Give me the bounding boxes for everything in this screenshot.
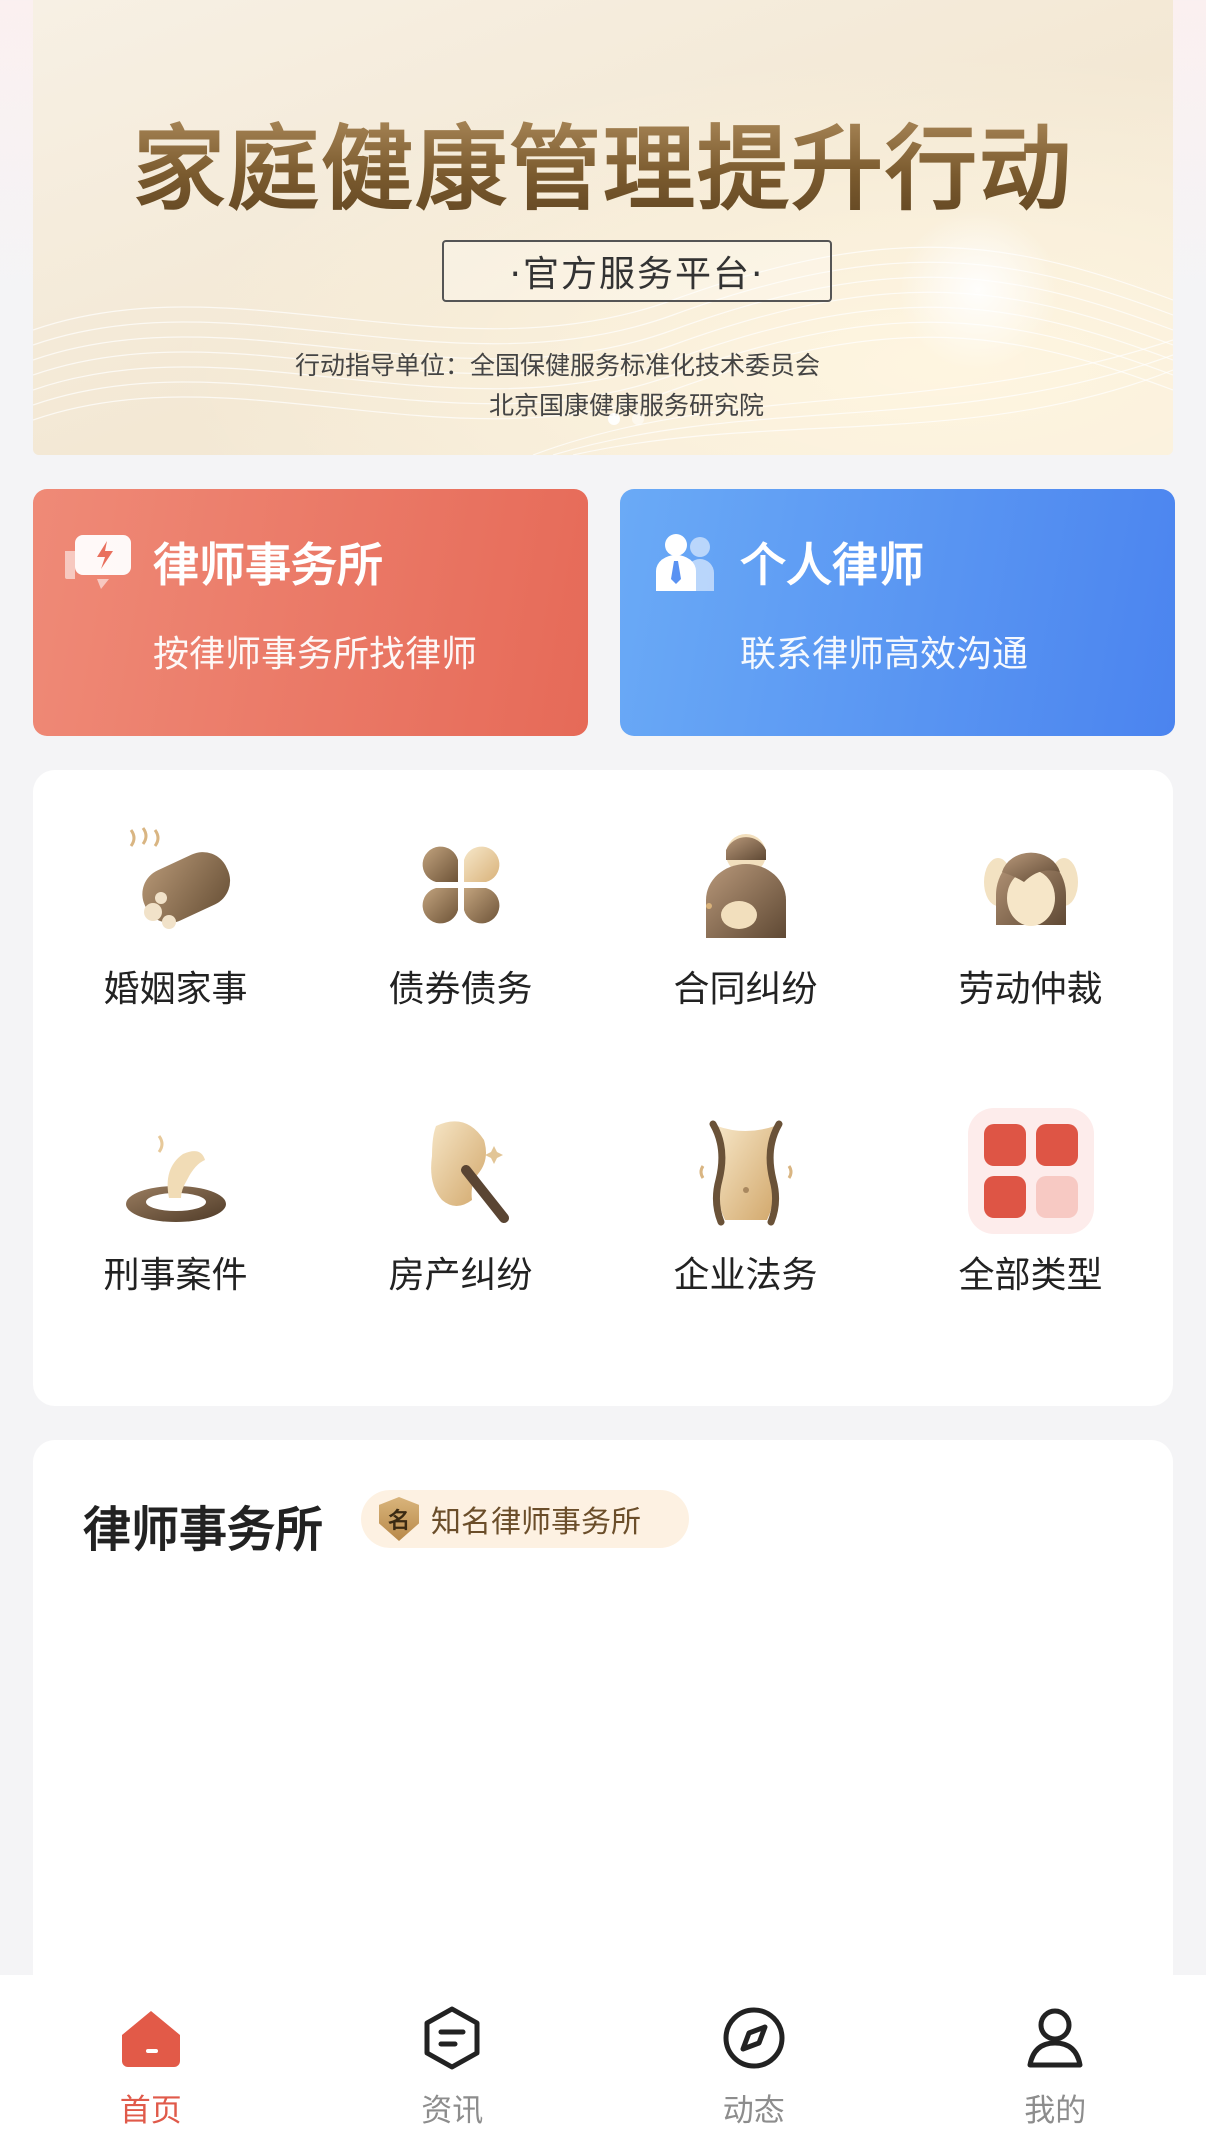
contract-icon [681,820,811,950]
banner-dot-active[interactable] [608,413,620,425]
category-panel: 婚姻家事 债券债务 合同纠纷 劳动仲裁 刑事案件 房产纠纷 企业法务 全部类型 [33,770,1173,1406]
all-types-icon [966,1106,1096,1236]
section-title: 律师事务所 [83,1502,324,1558]
category-all-types[interactable]: 全部类型 [888,1056,1173,1296]
category-enterprise[interactable]: 企业法务 [603,1056,888,1296]
category-labor[interactable]: 劳动仲裁 [888,770,1173,1010]
banner-dot[interactable] [632,413,644,425]
famous-firm-tag-label: 知名律师事务所 [431,1505,641,1540]
banner-badge: ·官方服务平台· [442,240,832,302]
shield-icon: 名 [379,1497,419,1541]
criminal-icon [111,1106,241,1236]
category-contract[interactable]: 合同纠纷 [603,770,888,1010]
banner-title: 家庭健康管理提升行动 [33,95,1173,228]
property-icon [396,1106,526,1236]
category-marriage[interactable]: 婚姻家事 [33,770,318,1010]
promo-banner[interactable]: 家庭健康管理提升行动 ·官方服务平台· 行动指导单位：全国保健服务标准化技术委员… [33,0,1173,455]
tab-news[interactable]: 资讯 [302,1975,604,2144]
compass-icon [723,2007,785,2069]
tab-label: 首页 [119,2093,182,2129]
tab-label: 我的 [1024,2093,1087,2129]
tab-label: 动态 [722,2093,785,2129]
category-label: 婚姻家事 [103,969,248,1010]
law-firm-card[interactable]: 律师事务所 按律师事务所找律师 [33,489,588,736]
people-icon [650,531,720,593]
banner-guide-line2: 北京国康健康服务研究院 [489,391,765,420]
personal-lawyer-card[interactable]: 个人律师 联系律师高效沟通 [620,489,1175,736]
category-criminal[interactable]: 刑事案件 [33,1056,318,1296]
category-label: 债券债务 [388,969,533,1010]
category-label: 劳动仲裁 [958,969,1103,1010]
home-icon [121,2011,180,2067]
law-firm-card-subtitle: 按律师事务所找律师 [153,634,478,675]
banner-pagination [608,413,644,425]
category-label: 刑事案件 [103,1255,248,1296]
law-firm-card-title: 律师事务所 [153,538,383,592]
category-property[interactable]: 房产纠纷 [318,1056,603,1296]
enterprise-icon [681,1106,811,1236]
category-label: 企业法务 [673,1255,818,1296]
tab-home[interactable]: 首页 [0,1975,302,2144]
personal-lawyer-card-subtitle: 联系律师高效沟通 [740,634,1029,675]
category-label: 合同纠纷 [673,969,818,1010]
marriage-icon [111,820,241,950]
news-icon [424,2006,480,2070]
category-label: 房产纠纷 [388,1255,533,1296]
labor-icon [966,820,1096,950]
debt-icon [396,820,526,950]
chat-bubble-icon [63,531,133,593]
personal-lawyer-card-title: 个人律师 [740,538,924,592]
tab-mine[interactable]: 我的 [905,1975,1206,2144]
tab-label: 资讯 [421,2093,484,2129]
famous-firm-tag[interactable]: 名 知名律师事务所 [361,1490,689,1548]
banner-guide-line1: 行动指导单位：全国保健服务标准化技术委员会 [295,351,821,380]
user-icon [1027,2008,1083,2068]
category-debt[interactable]: 债券债务 [318,770,603,1010]
category-label: 全部类型 [958,1255,1103,1296]
banner-guide-text: 行动指导单位：全国保健服务标准化技术委员会 北京国康健康服务研究院 [295,346,820,426]
tab-dynamics[interactable]: 动态 [603,1975,905,2144]
bottom-tab-bar: 首页 资讯 动态 我的 [0,1975,1206,2144]
